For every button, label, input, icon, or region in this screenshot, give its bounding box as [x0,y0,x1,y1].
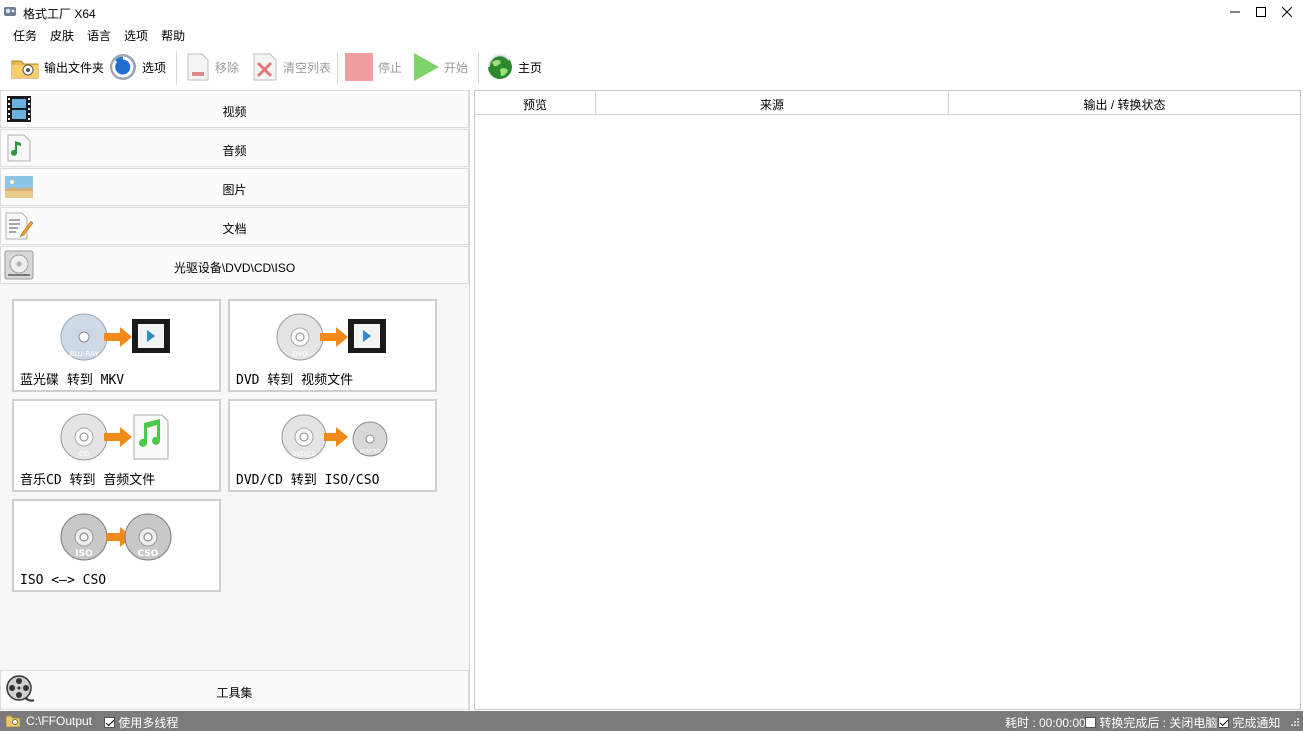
svg-text:ISO/CSO: ISO/CSO [360,449,381,455]
output-folder-label: 输出文件夹 [44,60,105,75]
shutdown-label: 转换完成后 : 关闭电脑 [1099,716,1218,730]
output-path[interactable]: C:\FFOutput [26,714,92,728]
home-label: 主页 [518,60,543,75]
iso-cso-label: ISO <—> CSO [20,573,107,588]
status-bar: C:\FFOutput 使用多线程 耗时 : 00:00:00 转换完成后 : … [0,711,1303,731]
bluray-to-video-icon: BLU-RAY [60,313,170,361]
category-document[interactable]: 文档 [0,207,469,245]
shutdown-check[interactable] [1085,717,1096,728]
elapsed-time: 耗时 : 00:00:00 [1005,716,1086,730]
svg-text:BLU-RAY: BLU-RAY [69,350,99,358]
output-folder-button[interactable]: 输出文件夹 [10,47,104,87]
menu-options[interactable]: 选项 [124,25,148,45]
dvd-to-video-icon: DVD [276,313,386,361]
category-video-label: 视频 [222,105,247,119]
bluray-to-mkv-label: 蓝光碟 转到 MKV [20,373,125,388]
disc-tools-panel: BLU-RAY 蓝光碟 转到 MKV DVD DVD 转到 视频文件 CD 音乐… [0,285,469,671]
format-factory-window: 格式工厂 X64 任务 皮肤 语言 选项 帮助 输出文件夹 选项 移除 清空列表… [0,0,1303,731]
maximize-icon [1256,7,1266,17]
toolbar-separator [478,51,479,85]
category-document-label: 文档 [222,222,247,236]
category-video[interactable]: 视频 [0,90,469,128]
iso-cso-card[interactable]: ISO CSO ISO <—> CSO [12,499,221,592]
clear-list-icon [253,53,277,81]
notify-check[interactable] [1218,717,1229,728]
remove-document-icon [187,53,209,81]
options-button[interactable]: 选项 [108,47,166,87]
svg-text:DVD/CD: DVD/CD [292,451,316,458]
category-toolbox[interactable]: 工具集 [0,670,469,710]
multithread-check[interactable] [104,717,115,728]
dvd-to-video-label: DVD 转到 视频文件 [236,373,354,388]
iso-cso-icon: ISO CSO [60,513,172,561]
dvd-cd-to-iso-label: DVD/CD 转到 ISO/CSO [236,473,380,488]
window-title: 格式工厂 X64 [23,7,96,21]
category-disc-label: 光驱设备\DVD\CD\ISO [173,261,296,275]
column-output-status[interactable]: 输出 / 转换状态 [949,91,1300,115]
shutdown-checkbox[interactable]: 转换完成后 : 关闭电脑 [1085,714,1217,731]
svg-text:CD: CD [79,450,89,458]
app-icon [4,7,16,16]
svg-text:ISO: ISO [75,549,93,559]
menu-bar: 任务 皮肤 语言 选项 帮助 [0,25,185,45]
column-source[interactable]: 来源 [596,91,949,115]
category-audio-label: 音频 [222,144,247,158]
bluray-to-mkv-card[interactable]: BLU-RAY 蓝光碟 转到 MKV [12,299,221,392]
dvd-to-video-card[interactable]: DVD DVD 转到 视频文件 [228,299,437,392]
multithread-label: 使用多线程 [118,716,179,730]
toolbar-separator [176,51,177,85]
stop-label: 停止 [378,60,403,75]
maximize-button[interactable] [1247,0,1275,24]
clear-list-label: 清空列表 [283,60,332,75]
toolbar: 输出文件夹 选项 移除 清空列表 停止 开始 主页 [0,47,1303,89]
title-bar: 格式工厂 X64 [0,0,1303,24]
category-image-label: 图片 [222,183,247,197]
notify-checkbox[interactable]: 完成通知 [1218,714,1280,731]
gear-icon [110,54,136,80]
globe-icon [487,54,512,79]
folder-icon [11,60,39,79]
options-label: 选项 [142,60,167,75]
cd-to-audio-icon: CD [60,413,169,461]
minimize-icon [1230,11,1240,13]
remove-button[interactable]: 移除 [185,47,239,87]
clear-list-button[interactable]: 清空列表 [251,47,331,87]
stop-button[interactable]: 停止 [344,47,402,87]
category-audio[interactable]: 音频 [0,129,469,167]
start-label: 开始 [444,60,469,75]
resize-grip-icon[interactable] [1289,716,1301,730]
menu-task[interactable]: 任务 [13,25,37,45]
toolbox-label: 工具集 [216,686,253,700]
start-button[interactable]: 开始 [412,47,468,87]
left-panel: 视频 音频 图片 文档 光驱设备\DVD\CD\ISO BLU-RAY 蓝光碟 … [0,90,470,710]
menu-help[interactable]: 帮助 [161,25,185,45]
svg-text:CSO: CSO [138,549,159,559]
notify-label: 完成通知 [1232,716,1281,730]
svg-text:DVD: DVD [292,350,307,358]
menu-language[interactable]: 语言 [87,25,111,45]
dvd-cd-to-iso-card[interactable]: DVD/CD ISO/CSO DVD/CD 转到 ISO/CSO [228,399,437,492]
menu-skin[interactable]: 皮肤 [50,25,74,45]
disc-to-iso-icon: DVD/CD ISO/CSO [281,414,388,460]
column-preview[interactable]: 预览 [475,91,596,115]
music-cd-to-audio-card[interactable]: CD 音乐CD 转到 音频文件 [12,399,221,492]
home-button[interactable]: 主页 [486,47,542,87]
minimize-button[interactable] [1221,0,1249,24]
output-folder-icon[interactable] [6,714,20,727]
stop-icon [345,53,373,81]
task-list[interactable]: 预览 来源 输出 / 转换状态 [474,90,1301,710]
play-icon [414,53,439,81]
category-image[interactable]: 图片 [0,168,469,206]
music-cd-to-audio-label: 音乐CD 转到 音频文件 [20,473,156,488]
multithread-checkbox[interactable]: 使用多线程 [104,714,178,731]
close-button[interactable] [1273,0,1301,24]
close-icon [1282,7,1292,17]
remove-label: 移除 [215,60,240,75]
toolbar-separator [337,51,338,85]
category-disc[interactable]: 光驱设备\DVD\CD\ISO [0,246,469,284]
